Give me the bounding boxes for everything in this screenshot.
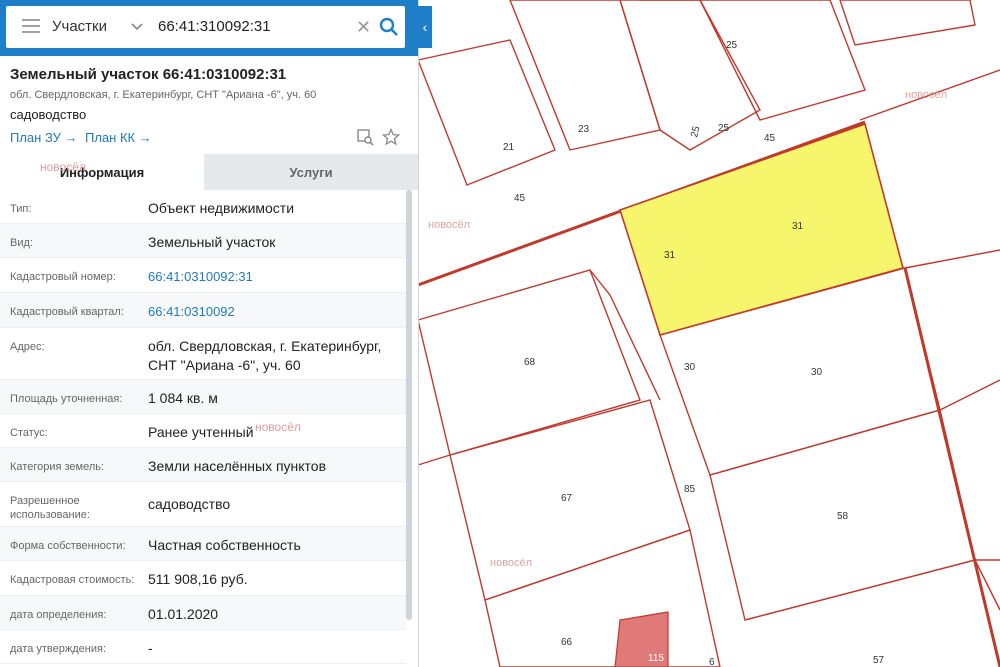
layer-select[interactable]: Участки — [52, 18, 107, 35]
search-bar: Участки 66:41:310092:31 ✕ — [0, 0, 418, 56]
map-label: 31 — [792, 221, 804, 232]
info-panel: Участки 66:41:310092:31 ✕ Земельный учас… — [0, 0, 419, 667]
info-row-date-determined: дата определения: 01.01.2020 — [0, 596, 406, 630]
info-value: обл. Свердловская, г. Екатеринбург, СНТ … — [148, 338, 382, 373]
info-key: Кадастровый номер: — [10, 271, 116, 283]
info-key: Адрес: — [10, 341, 45, 353]
menu-icon[interactable] — [22, 19, 40, 35]
star-icon[interactable] — [382, 128, 400, 146]
chevron-left-icon: ‹ — [422, 19, 428, 35]
info-key: дата определения: — [10, 609, 107, 621]
cad-number-link[interactable]: 66:41:0310092:31 — [148, 267, 393, 286]
watermark-logo: новосёл — [428, 219, 470, 231]
watermark-logo: новосёл — [40, 160, 86, 174]
info-key: Кадастровый квартал: — [10, 306, 124, 318]
map-label: 25 — [726, 40, 738, 51]
object-address: обл. Свердловская, г. Екатеринбург, СНТ … — [10, 89, 317, 101]
info-row-area: Площадь уточненная: 1 084 кв. м — [0, 380, 406, 414]
info-key: Форма собственности: — [10, 540, 126, 552]
zoom-to-icon[interactable] — [356, 128, 374, 146]
map-label: 67 — [561, 493, 573, 504]
plan-zu-label: План ЗУ — [10, 130, 61, 145]
info-value: - — [148, 640, 153, 656]
map-label: 66 — [561, 637, 573, 648]
info-key: Площадь уточненная: — [10, 393, 123, 405]
info-row-date-approved: дата утверждения: - — [0, 630, 406, 664]
info-value: садоводство — [148, 496, 231, 512]
plan-kk-link[interactable]: План КК → — [85, 130, 152, 145]
cad-block-link[interactable]: 66:41:0310092 — [148, 302, 393, 321]
search-box[interactable]: Участки 66:41:310092:31 ✕ — [6, 6, 405, 48]
info-row-cad-number: Кадастровый номер: 66:41:0310092:31 — [0, 258, 406, 293]
map-label: 25 — [718, 123, 730, 134]
map-label: 45 — [514, 193, 526, 204]
tab-information[interactable]: Информация — [0, 154, 204, 190]
tab-services[interactable]: Услуги — [204, 154, 418, 190]
scrollbar[interactable] — [406, 190, 412, 620]
chevron-down-icon[interactable] — [130, 20, 144, 34]
watermark-logo: новосёл — [255, 420, 301, 434]
info-key: Статус: — [10, 427, 48, 439]
map-label: 6 — [709, 657, 715, 667]
map-label: 58 — [837, 511, 849, 522]
info-key: Тип: — [10, 203, 32, 215]
info-row-category: Категория земель: Земли населённых пункто… — [0, 448, 406, 482]
search-icon[interactable] — [378, 16, 400, 38]
info-value: Объект недвижимости — [148, 200, 295, 216]
map-label: 45 — [764, 133, 776, 144]
info-key: дата утверждения: — [10, 643, 107, 655]
info-value: Земли населённых пунктов — [148, 458, 327, 474]
info-row-cad-value: Кадастровая стоимость: 511 908,16 руб. — [0, 561, 406, 596]
info-value: Земельный участок — [148, 234, 276, 250]
info-row-type: Тип: Объект недвижимости — [0, 190, 406, 224]
map-label: 115 — [648, 653, 664, 664]
info-value: 01.01.2020 — [148, 606, 219, 622]
info-row-status: Статус: Ранее учтенный — [0, 414, 406, 448]
info-row-permitted-use: Разрешенное использование: садоводство — [0, 482, 406, 527]
map-label: 30 — [811, 367, 823, 378]
info-row-address: Адрес: обл. Свердловская, г. Екатеринбург… — [0, 328, 406, 380]
object-title: Земельный участок 66:41:0310092:31 — [10, 66, 287, 83]
info-key: Кадастровая стоимость: — [10, 574, 135, 586]
map-label: 31 — [664, 250, 676, 261]
info-row-cad-block: Кадастровый квартал: 66:41:0310092 — [0, 293, 406, 328]
map-label: 23 — [578, 124, 590, 135]
search-input[interactable]: 66:41:310092:31 — [158, 18, 271, 35]
info-value: 1 084 кв. м — [148, 390, 218, 406]
info-row-kind: Вид: Земельный участок — [0, 224, 406, 258]
info-value: Частная собственность — [148, 537, 301, 553]
info-key: Категория земель: — [10, 461, 105, 473]
info-key: Вид: — [10, 237, 33, 249]
info-row-ownership: Форма собственности: Частная собственност… — [0, 527, 406, 561]
info-key: Разрешенное использование: — [10, 495, 90, 521]
watermark-logo: новосёл — [490, 557, 532, 569]
map-label: 21 — [503, 142, 515, 153]
collapse-panel-button[interactable]: ‹ — [418, 6, 432, 48]
map-label: 30 — [684, 362, 696, 373]
object-usage: садоводство — [10, 107, 87, 122]
map-label: 68 — [524, 357, 536, 368]
plan-zu-link[interactable]: План ЗУ → — [10, 130, 78, 145]
plan-kk-label: План КК — [85, 130, 136, 145]
map-label: 57 — [873, 655, 885, 666]
clear-icon[interactable]: ✕ — [356, 17, 371, 38]
map-label: 85 — [684, 484, 696, 495]
watermark-logo: новосёл — [905, 89, 947, 101]
info-value: 511 908,16 руб. — [148, 571, 248, 587]
info-table: Тип: Объект недвижимости Вид: Земельный уч… — [0, 190, 406, 664]
